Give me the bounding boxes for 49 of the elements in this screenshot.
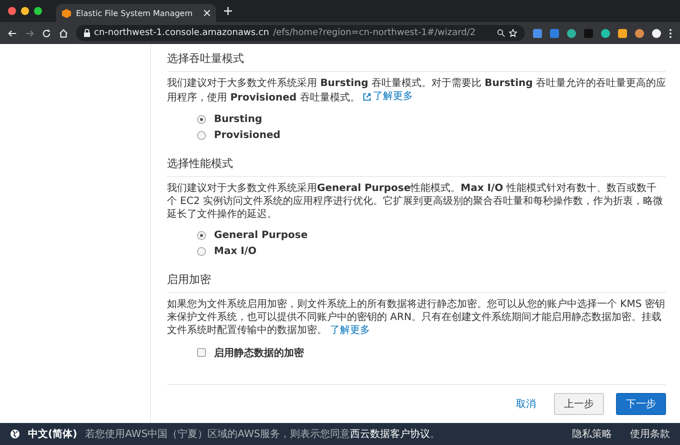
window-controls[interactable] (8, 7, 42, 15)
radio-option[interactable]: Bursting (197, 114, 666, 124)
address-bar[interactable]: cn-northwest-1.console.amazonaws.cn /efs/home?region=cn-northwest-1#/wizard/2 (76, 25, 525, 41)
checkbox[interactable] (197, 348, 206, 357)
option-label: General Purpose (214, 230, 308, 240)
radio-option[interactable]: Max I/O (197, 246, 666, 256)
cube-icon (62, 8, 71, 18)
footer-notice: 若您使用AWS中国（宁夏）区域的AWS服务，则表示您同意西云数据客户协议。 (85, 428, 442, 441)
radio-option[interactable]: General Purpose (197, 230, 666, 240)
footer-link[interactable]: 隐私策略 (572, 427, 612, 441)
star-icon[interactable] (509, 29, 517, 37)
language-selector[interactable]: 中文(简体) (28, 427, 78, 441)
learn-more-link[interactable]: 了解更多 (330, 324, 370, 336)
section-title: 选择吞吐量模式 (167, 48, 666, 72)
browser-tab[interactable]: Elastic File System Managem (56, 4, 216, 22)
back-icon[interactable] (8, 28, 17, 38)
checkbox-option[interactable]: 启用静态数据的加密 (197, 346, 666, 360)
option-label: Max I/O (214, 246, 257, 256)
globe-icon[interactable] (10, 429, 20, 439)
option-label: Bursting (214, 114, 262, 124)
menu-icon[interactable] (669, 28, 672, 38)
home-icon[interactable] (59, 28, 68, 38)
section-title: 启用加密 (167, 268, 666, 292)
option-label: 启用静态数据的加密 (214, 346, 304, 360)
external-link-icon[interactable] (362, 92, 371, 100)
radio-button[interactable] (197, 114, 206, 124)
reload-icon[interactable] (42, 28, 51, 38)
footer-link[interactable]: 使用条款 (630, 427, 670, 441)
section-description: 我们建议对于大多数文件系统采用General Purpose性能模式。Max I/O 性能模式针对有数十、数百或数千个 EC2 实例访问文件系统的应用程序进行优化。它扩展到更高级别的聚合吞吐量和每秒操作数，作为折衷，略微延长了文件操作的延迟。 (167, 182, 664, 220)
section-description: 我们建议对于大多数文件系统采用 Bursting 吞吐量模式。对于需要比 Bursting 吞吐量允许的吞吐量更高的应用程序，使用 Provisioned 吞吐量模式。 了解更多 (167, 77, 666, 104)
radio-button[interactable] (197, 130, 206, 140)
previous-button[interactable]: 上一步 (554, 393, 604, 415)
cancel-button[interactable]: 取消 (510, 396, 542, 412)
zoom-icon[interactable] (497, 29, 505, 37)
lock-icon (84, 29, 90, 37)
section-description: 如果您为文件系统启用加密，则文件系统上的所有数据将进行静态加密。您可以从您的账户中选择一个 KMS 密钥来保护文件系统，也可以提供不同账户中的密钥的 ARN。只有在创建文件系统期间才能启用静态数据加密。挂载文件系统时配置传输中的数据加密。 了解更多 (167, 298, 666, 336)
next-button[interactable]: 下一步 (616, 393, 666, 415)
avatar-icon[interactable] (652, 28, 661, 38)
radio-button[interactable] (197, 230, 206, 240)
close-icon[interactable] (204, 10, 210, 16)
radio-button[interactable] (197, 246, 206, 256)
forward-icon[interactable] (25, 28, 34, 38)
radio-option[interactable]: Provisioned (197, 130, 666, 140)
url-path: /efs/home?region=cn-northwest-1#/wizard/2 (273, 28, 477, 38)
option-label: Provisioned (214, 130, 280, 140)
new-tab-icon[interactable] (224, 7, 232, 15)
learn-more-link[interactable]: 了解更多 (362, 90, 413, 103)
url-host: cn-northwest-1.console.amazonaws.cn (94, 28, 270, 38)
section-title: 选择性能模式 (167, 152, 666, 176)
